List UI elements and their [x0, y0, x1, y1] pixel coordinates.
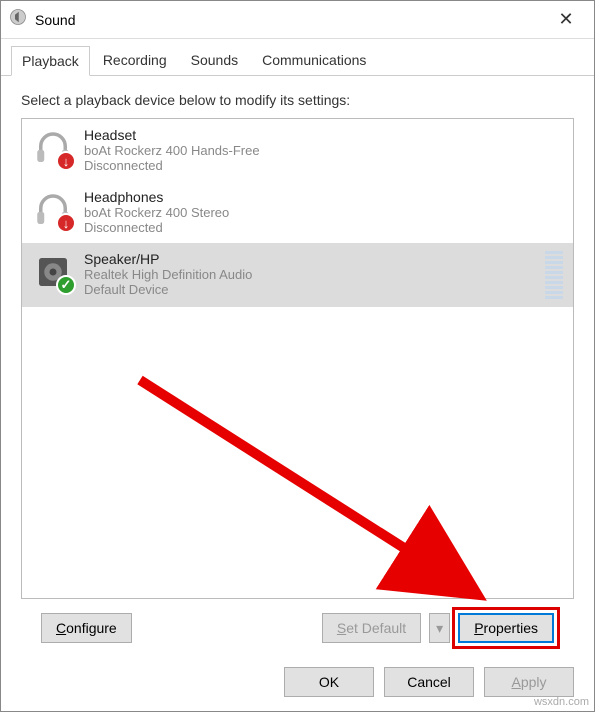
down-arrow-badge: ↓ [56, 213, 76, 233]
tab-strip: Playback Recording Sounds Communications [1, 39, 594, 76]
set-default-dropdown[interactable]: ▾ [429, 613, 450, 643]
down-arrow-badge: ↓ [56, 151, 76, 171]
device-info: Headphones boAt Rockerz 400 Stereo Disco… [84, 189, 563, 235]
device-info: Headset boAt Rockerz 400 Hands-Free Disc… [84, 127, 563, 173]
prompt-text: Select a playback device below to modify… [21, 92, 574, 108]
watermark: wsxdn.com [534, 696, 589, 708]
tab-communications[interactable]: Communications [251, 45, 377, 75]
device-list: ↓ Headset boAt Rockerz 400 Hands-Free Di… [21, 118, 574, 599]
device-row[interactable]: ↓ Headphones boAt Rockerz 400 Stereo Dis… [22, 181, 573, 243]
bottom-button-row: Configure Set Default ▾ Properties [21, 599, 574, 657]
device-status: Default Device [84, 282, 539, 297]
tab-recording[interactable]: Recording [92, 45, 178, 75]
device-name: Headset [84, 127, 563, 143]
device-name: Speaker/HP [84, 251, 539, 267]
tab-sounds[interactable]: Sounds [180, 45, 249, 75]
headset-icon: ↓ [32, 127, 74, 169]
tab-playback[interactable]: Playback [11, 46, 90, 76]
device-sub: boAt Rockerz 400 Stereo [84, 205, 563, 220]
cancel-button[interactable]: Cancel [384, 667, 474, 697]
properties-button[interactable]: Properties [458, 613, 554, 643]
check-badge: ✓ [56, 275, 76, 295]
apply-button[interactable]: Apply [484, 667, 574, 697]
device-sub: boAt Rockerz 400 Hands-Free [84, 143, 563, 158]
device-status: Disconnected [84, 220, 563, 235]
device-sub: Realtek High Definition Audio [84, 267, 539, 282]
device-name: Headphones [84, 189, 563, 205]
close-button[interactable]: ✕ [546, 9, 586, 30]
window-title: Sound [35, 12, 546, 28]
configure-button[interactable]: Configure [41, 613, 132, 643]
set-default-button[interactable]: Set Default [322, 613, 421, 643]
device-info: Speaker/HP Realtek High Definition Audio… [84, 251, 539, 297]
sound-dialog: Sound ✕ Playback Recording Sounds Commun… [0, 0, 595, 712]
titlebar: Sound ✕ [1, 1, 594, 39]
dialog-button-row: OK Cancel Apply [1, 657, 594, 711]
tab-content: Select a playback device below to modify… [1, 76, 594, 657]
device-row[interactable]: ↓ Headset boAt Rockerz 400 Hands-Free Di… [22, 119, 573, 181]
app-icon [9, 8, 27, 31]
speaker-icon: ✓ [32, 251, 74, 293]
level-meter [545, 251, 563, 299]
device-row[interactable]: ✓ Speaker/HP Realtek High Definition Aud… [22, 243, 573, 307]
headset-icon: ↓ [32, 189, 74, 231]
ok-button[interactable]: OK [284, 667, 374, 697]
device-status: Disconnected [84, 158, 563, 173]
